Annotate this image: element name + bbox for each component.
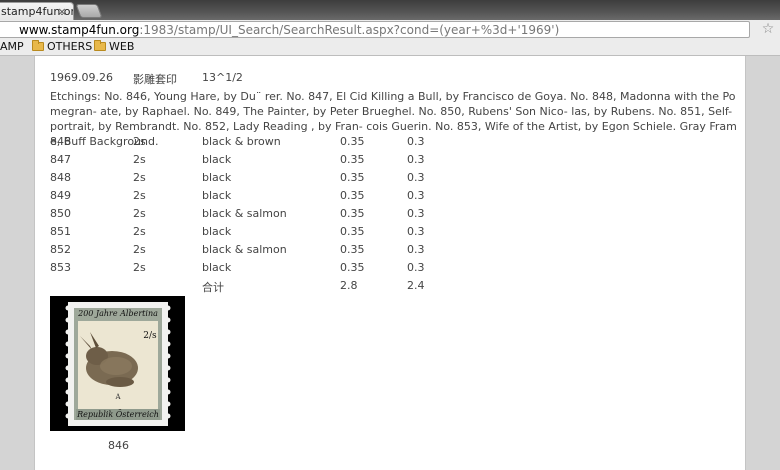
bookmark-label: OTHERS xyxy=(47,40,93,53)
stamp-top-text: 200 Jahre Albertina xyxy=(77,309,158,318)
cell-used-price: 0.3 xyxy=(407,153,425,166)
cell-mint-price: 0.35 xyxy=(340,189,365,202)
cell-used-price: 0.3 xyxy=(407,225,425,238)
cell-face-value: 2s xyxy=(133,189,146,202)
cell-used-price: 0.3 xyxy=(407,171,425,184)
stamp-bottom-text: Republik Österreich xyxy=(76,410,159,419)
cell-mint-price: 0.35 xyxy=(340,225,365,238)
cell-number: 848 xyxy=(50,171,71,184)
bookmark-amp[interactable]: AMP xyxy=(0,40,24,53)
folder-icon xyxy=(32,40,44,51)
stamp-caption: 846 xyxy=(108,439,129,452)
perforation: 13^1/2 xyxy=(202,71,243,84)
cell-used-price: 0.3 xyxy=(407,243,425,256)
folder-icon xyxy=(94,40,106,51)
cell-color: black xyxy=(202,171,232,184)
cell-mint-price: 0.35 xyxy=(340,153,365,166)
page-viewport: 1969.09.26 影雕套印 13^1/2 Etchings: No. 846… xyxy=(0,56,780,470)
cell-used-price: 0.3 xyxy=(407,261,425,274)
cell-number: 849 xyxy=(50,189,71,202)
table-row: 851 2s black 0.35 0.3 xyxy=(35,225,747,243)
cell-used-price: 0.3 xyxy=(407,189,425,202)
page-content: 1969.09.26 影雕套印 13^1/2 Etchings: No. 846… xyxy=(34,56,746,470)
cell-number: 846 xyxy=(50,135,71,148)
address-bar[interactable]: www.stamp4fun.org:1983/stamp/UI_Search/S… xyxy=(0,21,750,38)
cell-mint-price: 0.35 xyxy=(340,261,365,274)
cell-number: 852 xyxy=(50,243,71,256)
cell-face-value: 2s xyxy=(133,135,146,148)
tab-strip: stamp4fun.org × xyxy=(0,0,780,20)
stamp-illustration: 200 Jahre Albertina 2/s A Republik Öster… xyxy=(65,302,171,426)
cell-mint-price: 0.35 xyxy=(340,135,365,148)
cell-color: black & brown xyxy=(202,135,281,148)
bookmark-label: WEB xyxy=(109,40,135,53)
tab-active[interactable]: stamp4fun.org × xyxy=(0,2,74,20)
toolbar: www.stamp4fun.org:1983/stamp/UI_Search/S… xyxy=(0,20,780,38)
stamp-image[interactable]: 200 Jahre Albertina 2/s A Republik Öster… xyxy=(50,296,185,431)
bookmark-folder-others[interactable]: OTHERS xyxy=(32,40,92,53)
issue-date: 1969.09.26 xyxy=(50,71,113,84)
cell-color: black xyxy=(202,153,232,166)
cell-color: black & salmon xyxy=(202,207,287,220)
cell-face-value: 2s xyxy=(133,207,146,220)
bookmark-label: AMP xyxy=(0,40,24,53)
cell-number: 853 xyxy=(50,261,71,274)
table-row: 848 2s black 0.35 0.3 xyxy=(35,171,747,189)
cell-mint-price: 0.35 xyxy=(340,243,365,256)
table-row: 849 2s black 0.35 0.3 xyxy=(35,189,747,207)
cell-face-value: 2s xyxy=(133,153,146,166)
cell-face-value: 2s xyxy=(133,261,146,274)
total-mint: 2.8 xyxy=(340,279,358,292)
total-row: 合计 2.8 2.4 xyxy=(35,279,747,297)
stamp-value-text: 2/s xyxy=(143,331,157,341)
table-row: 850 2s black & salmon 0.35 0.3 xyxy=(35,207,747,225)
total-used: 2.4 xyxy=(407,279,425,292)
cell-number: 850 xyxy=(50,207,71,220)
cell-used-price: 0.3 xyxy=(407,135,425,148)
cell-color: black & salmon xyxy=(202,243,287,256)
cell-face-value: 2s xyxy=(133,171,146,184)
table-row: 853 2s black 0.35 0.3 xyxy=(35,261,747,279)
new-tab-button[interactable] xyxy=(75,4,103,18)
cell-color: black xyxy=(202,189,232,202)
cell-face-value: 2s xyxy=(133,225,146,238)
cell-number: 847 xyxy=(50,153,71,166)
cell-face-value: 2s xyxy=(133,243,146,256)
url-path: :1983/stamp/UI_Search/SearchResult.aspx?… xyxy=(139,23,560,37)
cell-mint-price: 0.35 xyxy=(340,207,365,220)
total-label: 合计 xyxy=(202,281,224,294)
bookmarks-bar: AMP OTHERS WEB xyxy=(0,38,780,56)
cell-color: black xyxy=(202,261,232,274)
close-icon[interactable]: × xyxy=(55,5,69,19)
print-method: 影雕套印 xyxy=(133,73,177,86)
cell-color: black xyxy=(202,225,232,238)
url-host: www.stamp4fun.org xyxy=(19,23,140,37)
cell-mint-price: 0.35 xyxy=(340,171,365,184)
cell-number: 851 xyxy=(50,225,71,238)
table-row: 847 2s black 0.35 0.3 xyxy=(35,153,747,171)
svg-text:A: A xyxy=(114,393,121,401)
bookmark-folder-web[interactable]: WEB xyxy=(94,40,134,53)
bookmark-star-icon[interactable]: ☆ xyxy=(760,21,776,37)
table-row: 846 2s black & brown 0.35 0.3 xyxy=(35,135,747,153)
cell-used-price: 0.3 xyxy=(407,207,425,220)
table-row: 852 2s black & salmon 0.35 0.3 xyxy=(35,243,747,261)
